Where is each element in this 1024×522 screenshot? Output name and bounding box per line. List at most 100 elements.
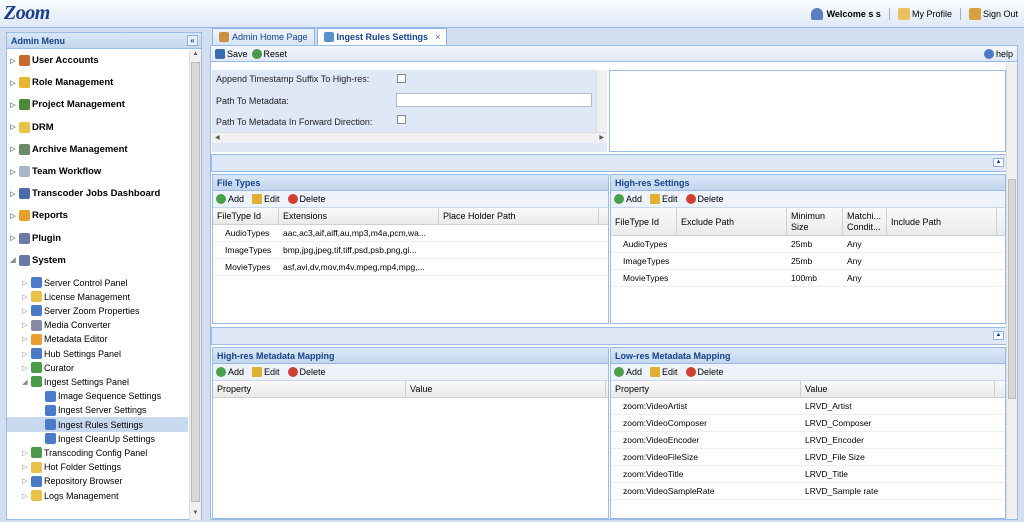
- file-types-delete-button[interactable]: Delete: [287, 194, 326, 204]
- table-row[interactable]: zoom:VideoEncoder LRVD_Encoder: [611, 432, 1005, 449]
- column-header[interactable]: Value: [406, 381, 606, 397]
- forward-direction-checkbox[interactable]: [397, 115, 406, 124]
- sidebar-item-ingest-server-settings[interactable]: Ingest Server Settings: [7, 403, 147, 418]
- expand-arrow-icon[interactable]: ▷: [21, 463, 29, 471]
- expand-arrow-icon[interactable]: ▷: [21, 364, 29, 372]
- sidebar-item-transcoding-config-panel[interactable]: ▷ Transcoding Config Panel: [7, 445, 147, 460]
- collapse-section-2-button[interactable]: ▲: [993, 331, 1004, 340]
- lowres-mapping-edit-button[interactable]: Edit: [650, 367, 678, 377]
- lowres-mapping-add-button[interactable]: Add: [614, 367, 642, 377]
- expand-arrow-icon[interactable]: ▷: [21, 477, 29, 485]
- expand-arrow-icon[interactable]: ▷: [21, 279, 29, 287]
- table-row[interactable]: MovieTypes 100mb Any: [611, 270, 1005, 287]
- lowres-mapping-delete-button[interactable]: Delete: [685, 367, 724, 377]
- sidebar-item-reports[interactable]: ▷ Reports: [7, 208, 68, 223]
- highres-settings-delete-button[interactable]: Delete: [685, 194, 724, 204]
- file-types-edit-button[interactable]: Edit: [252, 194, 280, 204]
- table-row[interactable]: ImageTypes 25mb Any: [611, 253, 1005, 270]
- file-types-add-button[interactable]: Add: [216, 194, 244, 204]
- collapse-section-1-button[interactable]: ▲: [993, 158, 1004, 167]
- sidebar-item-hub-settings-panel[interactable]: ▷ Hub Settings Panel: [7, 346, 121, 361]
- sidebar-item-user-accounts[interactable]: ▷ User Accounts: [7, 53, 99, 68]
- column-header[interactable]: FileType Id: [213, 208, 279, 224]
- column-header[interactable]: Property: [611, 381, 801, 397]
- collapse-menu-button[interactable]: «: [187, 35, 198, 46]
- reset-button[interactable]: Reset: [251, 48, 287, 59]
- expand-arrow-icon[interactable]: ▷: [9, 101, 17, 109]
- sidebar-item-ingest-settings-panel[interactable]: ◢ Ingest Settings Panel: [7, 374, 129, 389]
- main-scrollbar[interactable]: [1006, 63, 1017, 519]
- sidebar-item-team-workflow[interactable]: ▷ Team Workflow: [7, 164, 101, 179]
- sidebar-item-repository-browser[interactable]: ▷ Repository Browser: [7, 474, 123, 489]
- table-row[interactable]: zoom:VideoArtist LRVD_Artist: [611, 398, 1005, 415]
- sidebar-item-server-zoom-properties[interactable]: ▷ Server Zoom Properties: [7, 303, 140, 318]
- column-header[interactable]: Matchi... Condit...: [843, 208, 887, 235]
- help-button[interactable]: help: [983, 48, 1013, 59]
- sign-out-link[interactable]: Sign Out: [968, 8, 1018, 20]
- column-header[interactable]: Property: [213, 381, 406, 397]
- expand-arrow-icon[interactable]: ▷: [9, 79, 17, 87]
- sidebar-item-plugin[interactable]: ▷ Plugin: [7, 231, 61, 246]
- expand-arrow-icon[interactable]: ▷: [21, 335, 29, 343]
- form-vscrollbar[interactable]: [596, 70, 607, 132]
- table-row[interactable]: zoom:VideoSampleRate LRVD_Sample rate: [611, 483, 1005, 500]
- expand-arrow-icon[interactable]: ▷: [21, 293, 29, 301]
- table-row[interactable]: MovieTypes asf,avi,dv,mov,m4v,mpeg,mp4,m…: [213, 259, 608, 276]
- save-button[interactable]: Save: [215, 48, 248, 59]
- close-tab-icon[interactable]: ×: [435, 32, 440, 42]
- expand-arrow-icon[interactable]: ▷: [21, 321, 29, 329]
- sidebar-item-transcoder-jobs-dashboard[interactable]: ▷ Transcoder Jobs Dashboard: [7, 186, 160, 201]
- column-header[interactable]: Place Holder Path: [439, 208, 599, 224]
- expand-arrow-icon[interactable]: ▷: [9, 57, 17, 65]
- table-row[interactable]: ImageTypes bmp,jpg,jpeg,tif,tiff,psd,psb…: [213, 242, 608, 259]
- sidebar-item-logs-management[interactable]: ▷ Logs Management: [7, 488, 119, 503]
- sidebar-item-ingest-cleanup-settings[interactable]: Ingest CleanUp Settings: [7, 431, 155, 446]
- highres-settings-edit-button[interactable]: Edit: [650, 194, 678, 204]
- sidebar-item-license-management[interactable]: ▷ License Management: [7, 289, 130, 304]
- tab-ingest-rules[interactable]: Ingest Rules Settings ×: [316, 28, 448, 45]
- table-row[interactable]: AudioTypes 25mb Any: [611, 236, 1005, 253]
- column-header[interactable]: Include Path: [887, 208, 997, 235]
- expand-arrow-icon[interactable]: ▷: [21, 307, 29, 315]
- sidebar-item-metadata-editor[interactable]: ▷ Metadata Editor: [7, 332, 108, 347]
- sidebar-item-role-management[interactable]: ▷ Role Management: [7, 75, 113, 90]
- table-row[interactable]: zoom:VideoTitle LRVD_Title: [611, 466, 1005, 483]
- expand-arrow-icon[interactable]: ◢: [9, 256, 17, 264]
- sidebar-item-server-control-panel[interactable]: ▷ Server Control Panel: [7, 275, 128, 290]
- table-row[interactable]: zoom:VideoFileSize LRVD_File Size: [611, 449, 1005, 466]
- column-header[interactable]: Minimun Size: [787, 208, 843, 235]
- highres-mapping-delete-button[interactable]: Delete: [287, 367, 326, 377]
- expand-arrow-icon[interactable]: ▷: [9, 190, 17, 198]
- sidebar-item-image-sequence-settings[interactable]: Image Sequence Settings: [7, 389, 161, 404]
- expand-arrow-icon[interactable]: ▷: [9, 145, 17, 153]
- sidebar-item-media-converter[interactable]: ▷ Media Converter: [7, 318, 111, 333]
- table-row[interactable]: zoom:VideoComposer LRVD_Composer: [611, 415, 1005, 432]
- path-metadata-input[interactable]: [396, 93, 592, 107]
- timestamp-checkbox[interactable]: [397, 74, 406, 83]
- expand-arrow-icon[interactable]: ▷: [9, 168, 17, 176]
- tab-admin-home[interactable]: Admin Home Page: [212, 28, 315, 45]
- menu-scrollbar[interactable]: ▲ ▼: [189, 50, 201, 520]
- highres-mapping-add-button[interactable]: Add: [216, 367, 244, 377]
- column-header[interactable]: FileType Id: [611, 208, 677, 235]
- expand-arrow-icon[interactable]: ▷: [9, 212, 17, 220]
- sidebar-item-archive-management[interactable]: ▷ Archive Management: [7, 142, 128, 157]
- sidebar-item-hot-folder-settings[interactable]: ▷ Hot Folder Settings: [7, 460, 121, 475]
- expand-arrow-icon[interactable]: ◢: [21, 378, 29, 386]
- sidebar-item-project-management[interactable]: ▷ Project Management: [7, 97, 125, 112]
- highres-mapping-edit-button[interactable]: Edit: [252, 367, 280, 377]
- table-row[interactable]: AudioTypes aac,ac3,aif,aiff,au,mp3,m4a,p…: [213, 225, 608, 242]
- expand-arrow-icon[interactable]: ▷: [9, 234, 17, 242]
- column-header[interactable]: Extensions: [279, 208, 439, 224]
- expand-arrow-icon[interactable]: ▷: [21, 350, 29, 358]
- sidebar-item-drm[interactable]: ▷ DRM: [7, 120, 54, 135]
- sidebar-item-curator[interactable]: ▷ Curator: [7, 360, 74, 375]
- expand-arrow-icon[interactable]: ▷: [9, 123, 17, 131]
- highres-settings-add-button[interactable]: Add: [614, 194, 642, 204]
- form-hscrollbar[interactable]: ◀ ▶: [212, 132, 607, 143]
- sidebar-item-system[interactable]: ◢ System: [7, 253, 66, 268]
- sidebar-item-ingest-rules-settings[interactable]: Ingest Rules Settings: [7, 417, 188, 432]
- expand-arrow-icon[interactable]: ▷: [21, 492, 29, 500]
- my-profile-link[interactable]: My Profile: [897, 8, 952, 20]
- column-header[interactable]: Value: [801, 381, 995, 397]
